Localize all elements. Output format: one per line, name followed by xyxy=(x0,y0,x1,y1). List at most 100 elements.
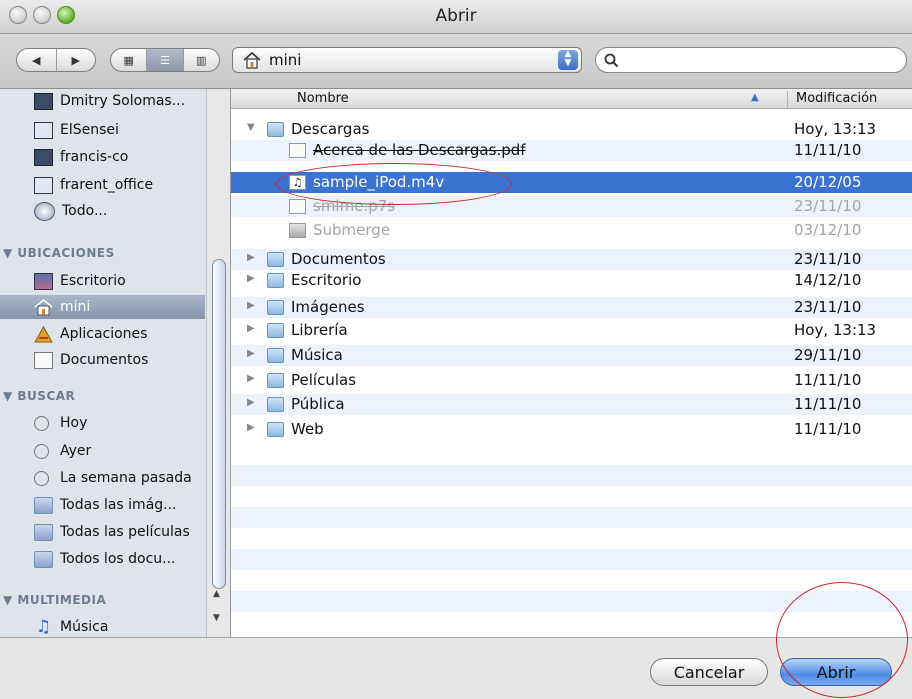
sidebar-item-aplicaciones[interactable]: Aplicaciones xyxy=(0,322,205,346)
location-popup[interactable]: mini ▲ ▼ xyxy=(232,47,582,73)
sidebar-item-frarent[interactable]: frarent_office xyxy=(0,173,205,197)
disclosure-closed-icon[interactable]: ▶ xyxy=(247,252,255,263)
sidebar-header-search: ▼ BUSCAR xyxy=(3,389,76,403)
file-row[interactable]: ▶ Escritorio 14/12/10 xyxy=(231,270,912,291)
file-row[interactable]: Acerca de las Descargas.pdf 11/11/10 xyxy=(231,140,912,161)
computer-icon xyxy=(34,92,53,110)
disclosure-closed-icon[interactable]: ▶ xyxy=(247,300,255,311)
disclosure-closed-icon[interactable]: ▶ xyxy=(247,273,255,284)
disclosure-closed-icon[interactable]: ▶ xyxy=(247,323,255,334)
computer-icon xyxy=(34,148,53,166)
sidebar-item-todas-imagenes[interactable]: Todas las imág... xyxy=(0,493,205,517)
list-header: Nombre ▲ Modificación xyxy=(231,89,912,109)
movie-file-icon: ♫ xyxy=(289,175,306,190)
file-row[interactable]: ▶ Películas 11/11/10 xyxy=(231,370,912,391)
file-row[interactable]: smime.p7s 23/11/10 xyxy=(231,196,912,217)
file-modified-date: 20/12/05 xyxy=(794,173,862,191)
sidebar-item-semana-pasada[interactable]: La semana pasada xyxy=(0,466,205,490)
clock-icon xyxy=(34,415,49,431)
file-row[interactable]: ▶ Pública 11/11/10 xyxy=(231,394,912,415)
file-name: Descargas xyxy=(291,120,370,138)
desktop-icon xyxy=(34,272,53,290)
file-name: Películas xyxy=(291,371,357,389)
file-name: Música xyxy=(291,346,343,364)
disclosure-closed-icon[interactable]: ▶ xyxy=(247,397,255,408)
file-name: sample_iPod.m4v xyxy=(313,173,445,191)
clock-icon xyxy=(34,443,49,459)
file-row[interactable]: ▶ Música 29/11/10 xyxy=(231,345,912,366)
sidebar-item-hoy[interactable]: Hoy xyxy=(0,411,205,435)
search-icon xyxy=(604,53,619,68)
sidebar-item-documentos[interactable]: Documentos xyxy=(0,348,205,372)
file-modified-date: 11/11/10 xyxy=(794,371,862,389)
file-modified-date: 14/12/10 xyxy=(794,271,862,289)
folder-icon xyxy=(267,373,284,388)
sidebar-item-ayer[interactable]: Ayer xyxy=(0,439,205,463)
file-row[interactable]: ▶ Documentos 23/11/10 xyxy=(231,249,912,270)
scroll-up-icon[interactable]: ▲ xyxy=(213,589,220,599)
sidebar-item-francis[interactable]: francis-co xyxy=(0,145,205,169)
file-modified-date: 11/11/10 xyxy=(794,395,862,413)
disclosure-closed-icon[interactable]: ▶ xyxy=(247,348,255,359)
toolbar: ◀ ▶ ▦ ☰ ▥ mini ▲ ▼ xyxy=(0,34,912,89)
sidebar-item-escritorio[interactable]: Escritorio xyxy=(0,269,205,293)
back-forward-control: ◀ ▶ xyxy=(16,48,96,72)
sidebar-item-elsensei[interactable]: ElSensei xyxy=(0,118,205,142)
music-note-icon: ♫ xyxy=(35,616,52,637)
file-name: Web xyxy=(291,420,324,438)
column-header-modified[interactable]: Modificación xyxy=(787,91,877,108)
file-name: Submerge xyxy=(313,221,391,239)
application-icon xyxy=(289,223,306,238)
smart-folder-icon xyxy=(34,496,53,514)
empty-row xyxy=(231,507,912,528)
back-button[interactable]: ◀ xyxy=(17,49,56,71)
popup-arrows-icon: ▲ ▼ xyxy=(558,50,578,70)
sidebar-header-places: ▼ UBICACIONES xyxy=(3,246,115,260)
window-title: Abrir xyxy=(435,6,477,26)
file-icon xyxy=(289,199,306,214)
document-icon xyxy=(34,351,53,369)
folder-icon xyxy=(267,422,284,437)
column-header-name[interactable]: Nombre xyxy=(297,91,349,106)
sidebar-item-todos-documentos[interactable]: Todos los docu... xyxy=(0,547,205,571)
sidebar-header-media: ▼ MULTIMEDIA xyxy=(3,593,107,607)
file-name: Librería xyxy=(291,321,348,339)
list-view-button[interactable]: ☰ xyxy=(146,49,183,71)
open-dialog: Abrir ◀ ▶ ▦ ☰ ▥ mini ▲ ▼ Dmitry Solomas.… xyxy=(0,0,912,699)
icon-view-button[interactable]: ▦ xyxy=(111,49,146,71)
sidebar-item-mini[interactable]: mini xyxy=(0,295,205,319)
file-row[interactable]: ▶ Librería Hoy, 13:13 xyxy=(231,320,912,341)
scroll-down-icon[interactable]: ▼ xyxy=(213,613,220,623)
bottom-bar: Cancelar Abrir xyxy=(0,637,912,699)
file-list: Nombre ▲ Modificación ▼ Descargas Hoy, 13:… xyxy=(231,89,912,637)
file-row[interactable]: Submerge 03/12/10 xyxy=(231,220,912,241)
file-row[interactable]: ♫ sample_iPod.m4v 20/12/05 xyxy=(231,172,912,193)
empty-row xyxy=(231,465,912,486)
sidebar-scroll-thumb[interactable] xyxy=(212,259,226,589)
column-view-button[interactable]: ▥ xyxy=(182,49,219,71)
file-row[interactable]: ▶ Imágenes 23/11/10 xyxy=(231,297,912,318)
sidebar-item-dmitry[interactable]: Dmitry Solomas... xyxy=(0,89,205,113)
cancel-button[interactable]: Cancelar xyxy=(650,658,768,686)
search-field[interactable] xyxy=(595,47,907,73)
disclosure-closed-icon[interactable]: ▶ xyxy=(247,373,255,384)
file-modified-date: 11/11/10 xyxy=(794,141,862,159)
file-row[interactable]: ▼ Descargas Hoy, 13:13 xyxy=(231,119,912,140)
sidebar-scrollbar[interactable]: ▲ ▼ xyxy=(206,89,230,637)
open-button[interactable]: Abrir xyxy=(780,658,892,686)
file-modified-date: 03/12/10 xyxy=(794,221,862,239)
file-modified-date: 23/11/10 xyxy=(794,298,862,316)
forward-button[interactable]: ▶ xyxy=(55,49,96,71)
smart-folder-icon xyxy=(34,523,53,541)
title-bar: Abrir xyxy=(0,0,912,34)
disclosure-closed-icon[interactable]: ▶ xyxy=(247,422,255,433)
folder-icon xyxy=(267,323,284,338)
folder-icon xyxy=(267,397,284,412)
file-modified-date: 23/11/10 xyxy=(794,197,862,215)
network-icon xyxy=(34,201,55,221)
sidebar-item-all-devices[interactable]: Todo... xyxy=(0,199,205,223)
disclosure-open-icon[interactable]: ▼ xyxy=(247,122,255,133)
sidebar-item-musica[interactable]: ♫ Música xyxy=(0,615,205,637)
sidebar-item-todas-peliculas[interactable]: Todas las películas xyxy=(0,520,205,544)
file-row[interactable]: ▶ Web 11/11/10 xyxy=(231,419,912,440)
